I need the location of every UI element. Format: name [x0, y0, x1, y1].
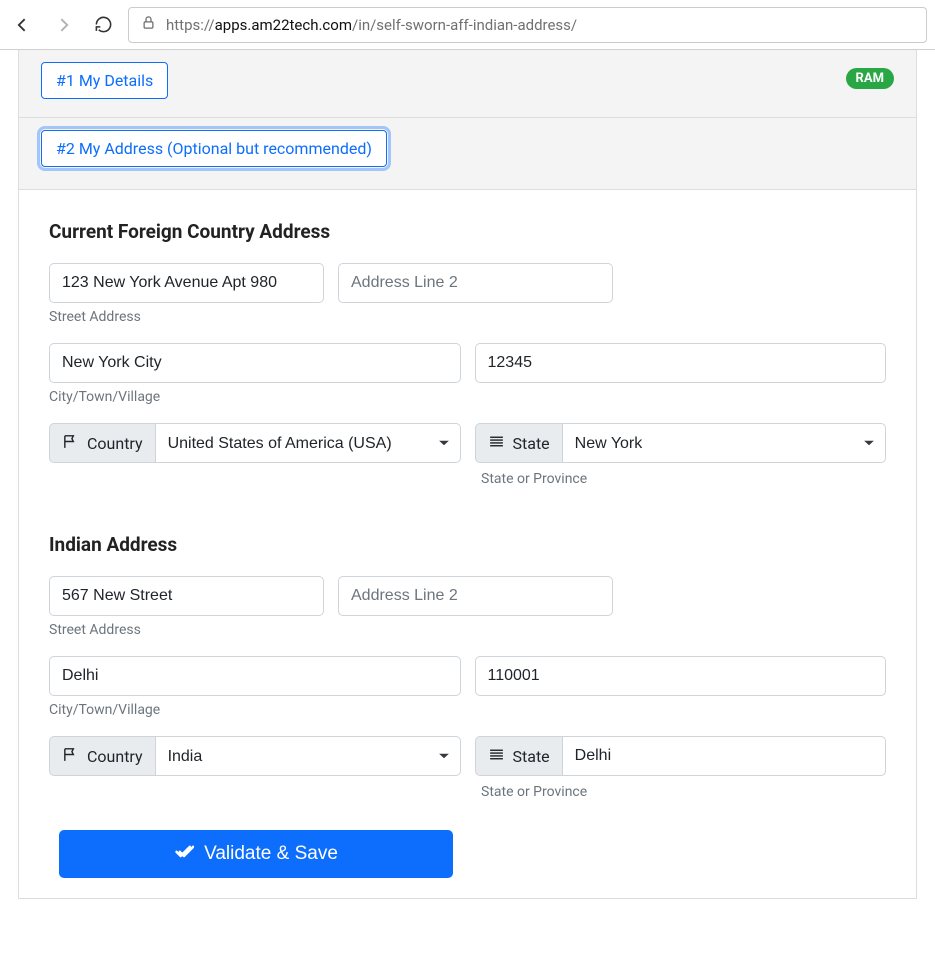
flag-us-icon [488, 746, 505, 767]
foreign-country-label: Country [49, 423, 155, 463]
indian-zip-input[interactable] [475, 656, 887, 696]
url-bar[interactable]: https://apps.am22tech.com/in/self-sworn-… [128, 7, 927, 43]
foreign-city-input[interactable] [49, 343, 461, 383]
indian-addr1-input[interactable] [49, 576, 324, 616]
tab-row-address: #2 My Address (Optional but recommended) [18, 118, 917, 190]
foreign-state-select[interactable]: New York [562, 423, 886, 463]
flag-icon [62, 433, 79, 454]
validate-label: Validate & Save [204, 843, 338, 865]
tab-my-address[interactable]: #2 My Address (Optional but recommended) [41, 130, 387, 167]
forward-button[interactable] [48, 10, 78, 40]
check-icon [174, 841, 194, 867]
foreign-state-label: State [475, 423, 562, 463]
ram-badge: RAM [846, 68, 894, 89]
flag-us-icon [488, 433, 505, 454]
tab-my-details[interactable]: #1 My Details [41, 62, 168, 99]
lock-icon [141, 15, 156, 34]
indian-country-label: Country [49, 736, 155, 776]
foreign-city-label: City/Town/Village [49, 389, 886, 405]
browser-toolbar: https://apps.am22tech.com/in/self-sworn-… [0, 0, 935, 50]
tab-row-details: #1 My Details RAM [18, 50, 917, 118]
indian-state-input[interactable] [562, 736, 886, 776]
foreign-title: Current Foreign Country Address [49, 220, 886, 243]
foreign-addr1-input[interactable] [49, 263, 324, 303]
foreign-zip-input[interactable] [475, 343, 887, 383]
url-text: https://apps.am22tech.com/in/self-sworn-… [166, 16, 577, 34]
indian-city-label: City/Town/Village [49, 702, 886, 718]
foreign-country-select[interactable]: United States of America (USA) [155, 423, 461, 463]
indian-title: Indian Address [49, 533, 886, 556]
form-panel: Current Foreign Country Address Street A… [18, 190, 917, 899]
refresh-button[interactable] [88, 10, 118, 40]
flag-icon [62, 746, 79, 767]
indian-addr2-input[interactable] [338, 576, 613, 616]
indian-state-help: State or Province [481, 784, 587, 800]
indian-country-select[interactable]: India [155, 736, 461, 776]
foreign-state-help: State or Province [481, 471, 587, 487]
indian-street-label: Street Address [49, 622, 886, 638]
indian-state-label: State [475, 736, 562, 776]
foreign-addr2-input[interactable] [338, 263, 613, 303]
validate-save-button[interactable]: Validate & Save [59, 830, 453, 878]
back-button[interactable] [8, 10, 38, 40]
indian-city-input[interactable] [49, 656, 461, 696]
foreign-street-label: Street Address [49, 309, 886, 325]
